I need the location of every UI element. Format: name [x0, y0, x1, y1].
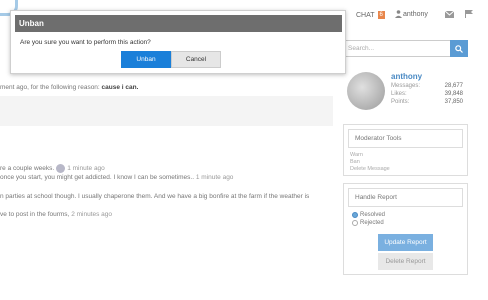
top-nav: CHAT 6 anthony — [340, 0, 488, 30]
message-line-4: ve to post in the fourms, 2 minutes ago — [0, 211, 113, 218]
update-report-button[interactable]: Update Report — [378, 234, 433, 251]
username-link[interactable]: anthony — [403, 11, 428, 18]
search-icon — [455, 40, 463, 58]
handle-report-title: Handle Report — [348, 188, 463, 207]
stat-likes: Likes: 39,848 — [391, 91, 463, 97]
unban-dialog: Unban Are you sure you want to perform t… — [10, 10, 346, 74]
stat-messages: Messages: 28,677 — [391, 83, 463, 89]
radio-rejected[interactable]: Rejected — [344, 219, 467, 227]
chat-link[interactable]: CHAT 6 — [356, 11, 385, 19]
moderator-tools-panel: Moderator Tools Warn Ban Delete Message — [343, 124, 468, 176]
ban-reason-text: ment ago, for the following reason: caus… — [0, 84, 139, 91]
delete-report-button[interactable]: Delete Report — [378, 253, 433, 270]
avatar[interactable] — [56, 164, 66, 173]
moderator-tools-title: Moderator Tools — [348, 129, 463, 148]
profile-name[interactable]: anthony — [391, 72, 422, 81]
user-icon[interactable] — [395, 10, 402, 20]
warn-link[interactable]: Warn — [344, 152, 467, 159]
radio-resolved[interactable]: Resolved — [344, 211, 467, 219]
chat-count-badge: 6 — [377, 11, 385, 19]
ban-link[interactable]: Ban — [344, 159, 467, 166]
mail-icon[interactable] — [444, 10, 455, 20]
radio-unselected-icon[interactable] — [352, 220, 358, 226]
message-line-1: re a couple weeks. 1 minute ago — [0, 164, 105, 173]
message-line-3: n parties at school though. I usually ch… — [0, 193, 310, 200]
dialog-message: Are you sure you want to perform this ac… — [20, 39, 151, 46]
avatar[interactable] — [347, 72, 385, 110]
cancel-button[interactable]: Cancel — [171, 51, 221, 68]
unban-button[interactable]: Unban — [121, 51, 171, 68]
stat-points: Points: 37,850 — [391, 99, 463, 105]
content-band — [0, 96, 333, 126]
radio-selected-icon[interactable] — [352, 212, 358, 218]
profile-card: anthony Messages: 28,677 Likes: 39,848 Poi… — [343, 68, 468, 116]
chat-label: CHAT — [356, 11, 375, 19]
flag-icon[interactable] — [465, 10, 473, 20]
search-button[interactable] — [450, 40, 468, 57]
dialog-title: Unban — [15, 15, 342, 32]
delete-message-link[interactable]: Delete Message — [344, 166, 467, 173]
message-line-2: once you start, you might get addicted. … — [0, 174, 234, 181]
